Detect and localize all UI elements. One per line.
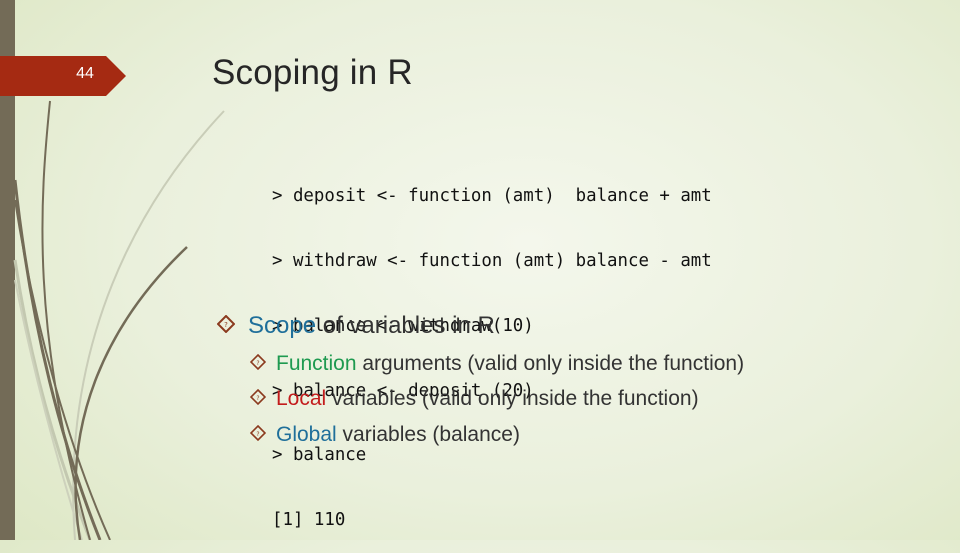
decor-curve-dark-3 [14,199,111,540]
decor-curve-light-3 [14,279,83,540]
decor-curve-dark-4 [74,246,188,540]
code-line: > withdraw <- function (amt) balance - a… [272,250,712,271]
code-block: > deposit <- function (amt) balance + am… [272,143,712,553]
bullet-main: ? Scope of variables in R [216,312,495,340]
decor-curve-light-2 [13,259,92,540]
diamond-bullet-icon: ? [216,312,236,340]
bullet-highlight-function: Function [276,352,357,375]
bullet-sub-global: ? Global variables (balance) [249,423,520,447]
diamond-bullet-icon: ? [249,423,267,447]
diamond-bullet-icon: ? [249,352,267,376]
bullet-text: variables (balance) [336,423,520,446]
slide-number-tag: 44 [0,56,126,96]
decor-curve-dark-2 [13,179,102,540]
svg-text:?: ? [224,321,228,329]
decor-curve-light-1 [72,110,225,540]
bullet-highlight-scope: Scope [248,312,317,339]
bullet-text: variables (valid only inside the functio… [326,387,699,410]
bullet-sub-local: ? Local variables (valid only inside the… [249,387,699,411]
code-line: [1] 110 [272,510,346,531]
bullet-text: arguments (valid only inside the functio… [356,352,745,375]
bullet-highlight-local: Local [276,387,327,410]
diamond-bullet-icon: ? [249,387,267,411]
code-line: > balance [272,445,367,466]
slide-number: 44 [76,65,94,82]
code-line: > deposit <- function (amt) balance + am… [272,186,712,207]
svg-text:?: ? [256,431,259,438]
svg-text:?: ? [256,360,259,367]
decor-curve-dark-1 [41,100,91,540]
svg-text:?: ? [256,395,259,402]
bullet-highlight-global: Global [276,423,337,446]
bullet-sub-function: ? Function arguments (valid only inside … [249,352,745,376]
slide-title: Scoping in R [212,53,413,92]
tag-shape [0,56,126,96]
bullet-text: of variables in R [316,312,495,339]
